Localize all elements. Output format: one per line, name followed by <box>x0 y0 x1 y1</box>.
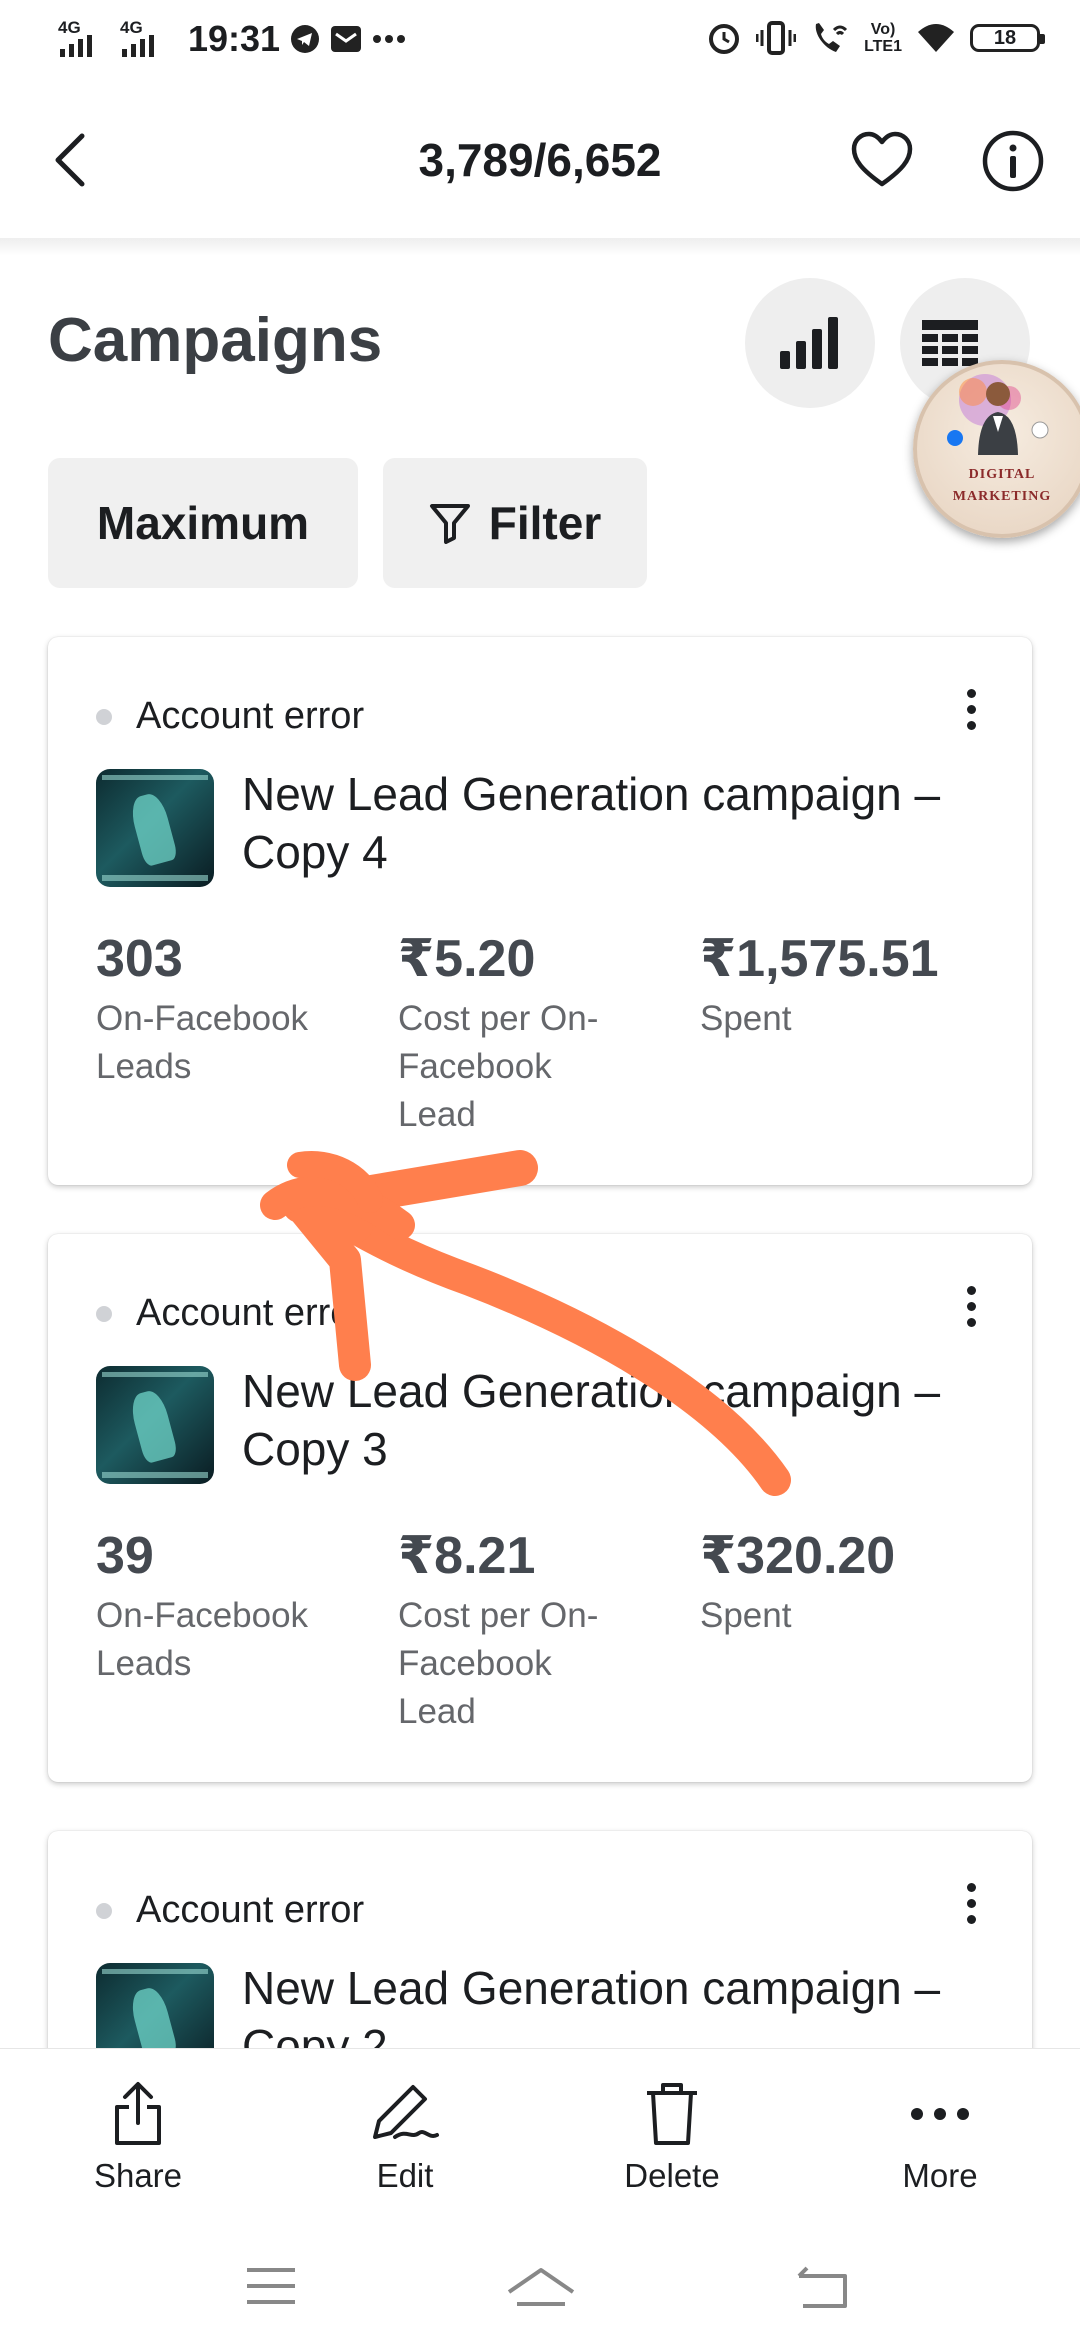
wifi-icon <box>916 22 956 54</box>
metric-value: ₹5.20 <box>398 930 536 988</box>
campaign-thumbnail <box>96 769 214 887</box>
person-avatar-icon <box>947 374 1049 455</box>
network-type-1: 4G <box>58 18 81 37</box>
heart-icon <box>851 131 913 187</box>
volte-label: Vo) <box>870 21 896 38</box>
status-label: Account error <box>136 1889 365 1931</box>
status-bar-left: 4G 4G 19:31 <box>58 18 406 60</box>
insights-chart-button[interactable] <box>745 278 875 408</box>
campaign-name: New Lead Generation campaign – Copy 3 <box>242 1365 941 1475</box>
volte-indicator: Vo) LTE1 <box>864 21 902 55</box>
status-bar: 4G 4G 19:31 Vo) LTE1 18 <box>0 0 1080 90</box>
status-label: Account error <box>136 1292 365 1334</box>
table-icon <box>922 320 978 366</box>
wifi-calling-icon <box>810 20 850 56</box>
campaign-thumbnail <box>96 1366 214 1484</box>
share-button[interactable]: Share <box>38 2079 238 2195</box>
metric-label: Spent <box>700 1596 792 1635</box>
metric-label: Cost per On-Facebook Lead <box>398 999 599 1134</box>
badge-text: DIGITAL MARKETING <box>917 464 1080 508</box>
campaign-metrics: 303 On-Facebook Leads ₹5.20 Cost per On-… <box>96 927 1002 1139</box>
status-dot-icon <box>96 1902 112 1919</box>
metric-value: ₹8.21 <box>398 1527 536 1585</box>
metric-leads: 303 On-Facebook Leads <box>96 927 398 1139</box>
top-navigation-bar: 3,789/6,652 <box>0 100 1080 225</box>
delete-button[interactable]: Delete <box>572 2079 772 2195</box>
delete-label: Delete <box>624 2157 720 2194</box>
telegram-icon <box>290 24 320 54</box>
campaign-status: Account error <box>96 695 364 738</box>
status-dot-icon <box>96 708 112 725</box>
menu-lines-icon <box>247 2268 295 2304</box>
filter-chip-label: Filter <box>488 497 602 549</box>
metric-cost-per-lead: ₹8.21 Cost per On-Facebook Lead <box>398 1524 700 1736</box>
battery-level: 18 <box>993 26 1017 49</box>
campaign-card[interactable]: Account error New Lead Generation campai… <box>48 637 1032 1185</box>
metric-value: 303 <box>96 930 183 988</box>
digital-marketing-badge: DIGITAL MARKETING <box>913 360 1080 538</box>
campaign-name: New Lead Generation campaign – Copy 4 <box>242 768 941 878</box>
more-button[interactable]: More <box>840 2079 1040 2195</box>
page-title: Campaigns <box>48 306 383 375</box>
status-label: Account error <box>136 695 365 737</box>
lte-label: LTE1 <box>864 38 902 55</box>
gmail-icon <box>330 24 362 54</box>
status-bar-right: Vo) LTE1 18 <box>706 20 1045 56</box>
metric-leads: 39 On-Facebook Leads <box>96 1524 398 1736</box>
maximum-date-range-chip[interactable]: Maximum <box>48 458 358 588</box>
cellular-signal-2-icon: 4G <box>120 19 172 59</box>
clock: 19:31 <box>188 18 281 59</box>
campaign-card[interactable]: Account error New Lead Generation campai… <box>48 1234 1032 1782</box>
metric-spent: ₹1,575.51 Spent <box>700 927 1002 1139</box>
back-return-icon <box>797 2266 847 2308</box>
cellular-signal-1-icon: 4G <box>58 19 110 59</box>
info-button[interactable] <box>982 130 1044 197</box>
metric-cost-per-lead: ₹5.20 Cost per On-Facebook Lead <box>398 927 700 1139</box>
filter-funnel-icon <box>429 504 470 544</box>
metric-label: Spent <box>700 999 792 1038</box>
maximum-chip-label: Maximum <box>96 497 310 549</box>
home-button[interactable] <box>505 2266 577 2315</box>
metric-label: Cost per On-Facebook Lead <box>398 1596 599 1731</box>
metric-value: ₹1,575.51 <box>700 930 939 988</box>
more-dots-icon <box>911 2108 969 2120</box>
filter-chip[interactable]: Filter <box>383 458 647 588</box>
share-label: Share <box>93 2157 183 2194</box>
metric-value: 39 <box>96 1527 154 1585</box>
home-icon <box>507 2268 575 2306</box>
item-counter: 3,789/6,652 <box>418 134 662 186</box>
badge-line-2: MARKETING <box>952 489 1052 504</box>
alarm-icon <box>706 20 742 56</box>
edit-pen-icon <box>373 2085 439 2139</box>
bottom-action-bar: Share Edit Delete More <box>0 2048 1080 2239</box>
edit-label: Edit <box>376 2157 434 2194</box>
info-icon <box>982 130 1044 192</box>
campaign-metrics: 39 On-Facebook Leads ₹8.21 Cost per On-F… <box>96 1524 1002 1736</box>
card-overflow-menu-button[interactable] <box>967 1286 976 1327</box>
metric-spent: ₹320.20 Spent <box>700 1524 1002 1736</box>
share-icon <box>115 2082 161 2145</box>
status-dot-icon <box>96 1305 112 1322</box>
vibrate-icon <box>756 20 797 56</box>
card-overflow-menu-button[interactable] <box>967 1883 976 1924</box>
metric-label: On-Facebook Leads <box>96 999 309 1086</box>
trash-icon <box>647 2083 697 2145</box>
header-divider <box>0 238 1080 256</box>
bar-chart-icon <box>780 317 838 369</box>
more-dots-icon <box>372 34 406 44</box>
metric-label: On-Facebook Leads <box>96 1596 309 1683</box>
metric-value: ₹320.20 <box>700 1527 896 1585</box>
more-label: More <box>902 2157 978 2194</box>
system-navigation-bar <box>0 2238 1080 2340</box>
edit-button[interactable]: Edit <box>305 2079 505 2195</box>
campaign-status: Account error <box>96 1292 364 1335</box>
network-type-2: 4G <box>120 18 143 37</box>
badge-line-1: DIGITAL <box>968 467 1036 482</box>
campaign-status: Account error <box>96 1889 364 1932</box>
favorite-button[interactable] <box>850 130 914 195</box>
card-overflow-menu-button[interactable] <box>967 689 976 730</box>
recent-apps-button[interactable] <box>245 2266 297 2311</box>
battery-icon: 18 <box>970 24 1045 52</box>
system-back-button[interactable] <box>795 2266 851 2315</box>
